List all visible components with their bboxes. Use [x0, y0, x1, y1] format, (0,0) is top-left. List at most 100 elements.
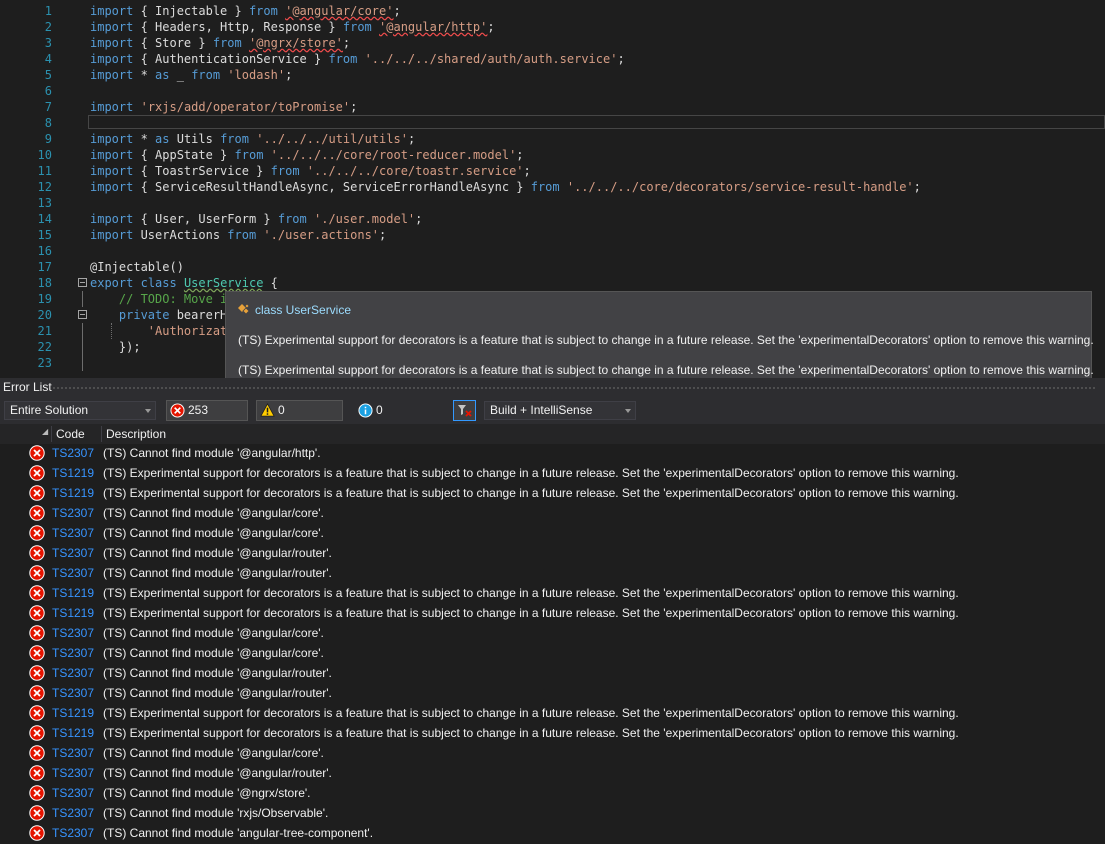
code-line[interactable]: 6 [0, 83, 1105, 99]
code-line[interactable]: 1 import { Injectable } from '@angular/co… [0, 3, 1105, 19]
error-description: (TS) Experimental support for decorators… [103, 466, 959, 480]
line-number: 21 [37, 324, 52, 338]
error-code-link[interactable]: TS2307 [52, 745, 94, 761]
error-row[interactable]: TS1219 (TS) Experimental support for deco… [0, 465, 1105, 485]
error-description: (TS) Cannot find module '@angular/router… [103, 686, 332, 700]
error-circle-icon [29, 525, 45, 541]
code-line[interactable]: 3 import { Store } from '@ngrx/store'; [0, 35, 1105, 51]
column-separator[interactable] [101, 426, 102, 442]
code-line[interactable]: 11 import { ToastrService } from '../../.… [0, 163, 1105, 179]
error-code-link[interactable]: TS2307 [52, 625, 94, 641]
filter-button[interactable] [453, 400, 476, 421]
error-row[interactable]: TS2307 (TS) Cannot find module '@angular/… [0, 505, 1105, 525]
error-code-link[interactable]: TS2307 [52, 525, 94, 541]
error-description: (TS) Experimental support for decorators… [103, 706, 959, 720]
error-code-link[interactable]: TS2307 [52, 825, 94, 841]
error-code-link[interactable]: TS2307 [52, 545, 94, 561]
code-token: import [90, 52, 134, 66]
code-line[interactable]: 7 import 'rxjs/add/operator/toPromise'; [0, 99, 1105, 115]
column-header-code[interactable]: Code [56, 427, 85, 441]
code-token: import [90, 36, 134, 50]
code-token: 'lodash' [227, 68, 286, 82]
error-row[interactable]: TS2307 (TS) Cannot find module '@angular/… [0, 625, 1105, 645]
code-line[interactable]: 4 import { AuthenticationService } from '… [0, 51, 1105, 67]
error-code-link[interactable]: TS1219 [52, 705, 94, 721]
code-text: import * as Utils from '../../../util/ut… [90, 131, 415, 147]
code-line[interactable]: 9 import * as Utils from '../../../util/u… [0, 131, 1105, 147]
column-header-description[interactable]: Description [106, 427, 166, 441]
error-code-link[interactable]: TS1219 [52, 465, 94, 481]
collapse-icon[interactable] [78, 278, 87, 287]
code-token: from [227, 228, 257, 242]
code-line[interactable]: 15 import UserActions from './user.action… [0, 227, 1105, 243]
error-row[interactable]: TS2307 (TS) Cannot find module '@angular/… [0, 445, 1105, 465]
error-row[interactable]: TS2307 (TS) Cannot find module 'angular-t… [0, 825, 1105, 844]
error-code-link[interactable]: TS2307 [52, 805, 94, 821]
code-line[interactable]: 5 import * as _ from 'lodash'; [0, 67, 1105, 83]
error-row[interactable]: TS1219 (TS) Experimental support for deco… [0, 485, 1105, 505]
error-code-link[interactable]: TS1219 [52, 725, 94, 741]
error-row[interactable]: TS2307 (TS) Cannot find module '@angular/… [0, 665, 1105, 685]
error-row[interactable]: TS2307 (TS) Cannot find module '@angular/… [0, 545, 1105, 565]
code-token: { ServiceResultHandleAsync, ServiceError… [133, 180, 531, 194]
error-code-link[interactable]: TS2307 [52, 685, 94, 701]
warnings-filter-button[interactable]: 0 Warnings [256, 400, 343, 436]
error-code-link[interactable]: TS1219 [52, 485, 94, 501]
error-code-link[interactable]: TS2307 [52, 565, 94, 581]
error-row[interactable]: TS2307 (TS) Cannot find module 'rxjs/Obse… [0, 805, 1105, 825]
error-code-link[interactable]: TS2307 [52, 765, 94, 781]
code-token: from [277, 212, 307, 226]
error-row[interactable]: TS2307 (TS) Cannot find module '@angular/… [0, 525, 1105, 545]
error-code-link[interactable]: TS2307 [52, 785, 94, 801]
error-row[interactable]: TS1219 (TS) Experimental support for deco… [0, 705, 1105, 725]
error-circle-icon [170, 403, 185, 418]
code-token: { Store } [133, 36, 213, 50]
error-row[interactable]: TS2307 (TS) Cannot find module '@angular/… [0, 685, 1105, 705]
error-circle-icon [29, 605, 45, 621]
code-line[interactable]: 10 import { AppState } from '../../../cor… [0, 147, 1105, 163]
error-row[interactable]: TS2307 (TS) Cannot find module '@angular/… [0, 645, 1105, 665]
error-code-link[interactable]: TS2307 [52, 665, 94, 681]
code-token: from [212, 36, 242, 50]
error-row[interactable]: TS2307 (TS) Cannot find module '@ngrx/sto… [0, 785, 1105, 805]
chevron-down-icon [625, 409, 631, 413]
error-row[interactable]: TS2307 (TS) Cannot find module '@angular/… [0, 745, 1105, 765]
error-row[interactable]: TS2307 (TS) Cannot find module '@angular/… [0, 765, 1105, 785]
error-description: (TS) Cannot find module '@ngrx/store'. [103, 786, 311, 800]
sort-pin-icon[interactable]: ◢ [42, 427, 48, 436]
error-description: (TS) Experimental support for decorators… [103, 486, 959, 500]
collapse-icon[interactable] [78, 310, 87, 319]
code-token: Utils [169, 132, 221, 146]
error-code-link[interactable]: TS2307 [52, 445, 94, 461]
error-row[interactable]: TS1219 (TS) Experimental support for deco… [0, 585, 1105, 605]
code-line[interactable]: 8 [0, 115, 1105, 131]
error-row[interactable]: TS2307 (TS) Cannot find module '@angular/… [0, 565, 1105, 585]
code-line[interactable]: 16 [0, 243, 1105, 259]
outline-guide [82, 339, 83, 355]
code-line[interactable]: 2 import { Headers, Http, Response } from… [0, 19, 1105, 35]
line-number: 10 [37, 148, 52, 162]
code-token: ; [516, 148, 524, 162]
build-intellisense-dropdown[interactable]: Build + IntelliSense [484, 401, 636, 420]
code-line[interactable]: 13 [0, 195, 1105, 211]
error-code-link[interactable]: TS1219 [52, 605, 94, 621]
error-row[interactable]: TS1219 (TS) Experimental support for deco… [0, 725, 1105, 745]
error-code-link[interactable]: TS2307 [52, 645, 94, 661]
scope-dropdown[interactable]: Entire Solution [4, 401, 156, 420]
error-code-link[interactable]: TS1219 [52, 585, 94, 601]
tooltip-header-text: class UserService [255, 303, 352, 317]
code-line[interactable]: 17 @Injectable() [0, 259, 1105, 275]
code-token: import [90, 68, 134, 82]
tooltip-header: class UserService [236, 302, 351, 318]
messages-filter-button[interactable]: 0 Messages [354, 400, 442, 436]
error-list-title-bar[interactable]: Error List [0, 378, 1105, 397]
error-row[interactable]: TS1219 (TS) Experimental support for deco… [0, 605, 1105, 625]
errors-filter-button[interactable]: 253 Errors [166, 400, 248, 436]
error-code-link[interactable]: TS2307 [52, 505, 94, 521]
code-line[interactable]: 14 import { User, UserForm } from './user… [0, 211, 1105, 227]
column-separator[interactable] [51, 426, 52, 442]
code-line[interactable]: 18 export class UserService { [0, 275, 1105, 291]
code-line[interactable]: 12 import { ServiceResultHandleAsync, Ser… [0, 179, 1105, 195]
